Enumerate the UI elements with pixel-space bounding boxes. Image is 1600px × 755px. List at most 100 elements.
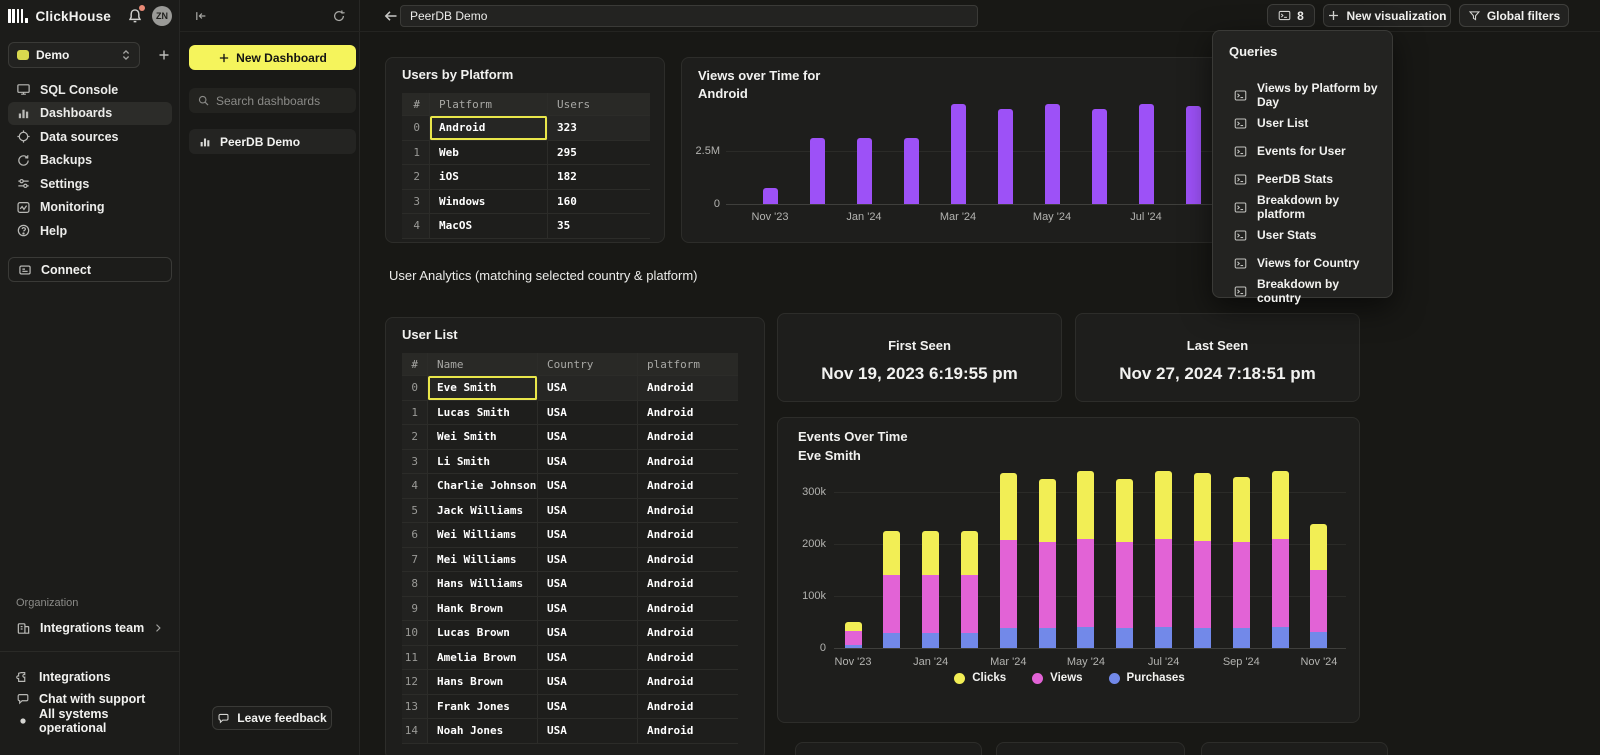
query-item-views-by-platform-by-day[interactable]: Views by Platform by Day	[1213, 81, 1394, 109]
column-header[interactable]: Platform	[430, 93, 548, 116]
table-cell[interactable]: USA	[538, 425, 638, 450]
table-cell[interactable]: Android	[638, 670, 738, 695]
table-cell[interactable]: Android	[638, 450, 738, 475]
table-cell[interactable]: Android	[638, 401, 738, 426]
table-cell[interactable]: Eve Smith	[428, 376, 538, 401]
query-item-user-stats[interactable]: User Stats	[1213, 221, 1394, 249]
x-axis-label: Nov '23	[740, 211, 800, 223]
table-cell[interactable]: Wei Smith	[428, 425, 538, 450]
back-arrow-icon[interactable]	[383, 8, 399, 24]
query-item-views-for-country[interactable]: Views for Country	[1213, 249, 1394, 277]
table-cell[interactable]: Wei Williams	[428, 523, 538, 548]
table-cell[interactable]: Lucas Brown	[428, 621, 538, 646]
table-cell[interactable]: Lucas Smith	[428, 401, 538, 426]
table-cell[interactable]: Android	[638, 425, 738, 450]
search-dashboards[interactable]	[189, 88, 356, 113]
table-cell[interactable]: Web	[430, 141, 548, 166]
table-cell[interactable]: USA	[538, 670, 638, 695]
table-cell[interactable]: Hans Brown	[428, 670, 538, 695]
table-cell[interactable]: iOS	[430, 165, 548, 190]
table-cell[interactable]: Hans Williams	[428, 572, 538, 597]
notifications-bell-icon[interactable]	[126, 7, 144, 25]
search-dashboards-input[interactable]	[216, 94, 348, 108]
new-visualization-button[interactable]: New visualization	[1323, 4, 1451, 27]
table-cell[interactable]: 182	[548, 165, 650, 190]
table-cell[interactable]: USA	[538, 597, 638, 622]
bar-segment-views	[1077, 539, 1094, 627]
sidebar-item-settings[interactable]: Settings	[8, 172, 172, 196]
table-cell[interactable]: Windows	[430, 190, 548, 215]
table-cell[interactable]: Android	[638, 597, 738, 622]
table-cell[interactable]: 295	[548, 141, 650, 166]
table-cell[interactable]: Android	[638, 695, 738, 720]
bar-segment-clicks	[1194, 473, 1211, 541]
sidebar-item-organization-team[interactable]: Integrations team	[8, 616, 172, 640]
table-cell[interactable]: Android	[638, 523, 738, 548]
column-header[interactable]: Users	[548, 93, 650, 116]
table-cell[interactable]: Amelia Brown	[428, 646, 538, 671]
table-cell[interactable]: USA	[538, 401, 638, 426]
query-item-user-list[interactable]: User List	[1213, 109, 1394, 137]
table-cell[interactable]: USA	[538, 376, 638, 401]
connect-button[interactable]: Connect	[8, 257, 172, 282]
add-service-button[interactable]	[156, 47, 172, 63]
table-cell[interactable]: Android	[430, 116, 548, 141]
table-cell[interactable]: Android	[638, 572, 738, 597]
sidebar-item-help[interactable]: Help	[8, 219, 172, 243]
query-item-breakdown-by-platform[interactable]: Breakdown by platform	[1213, 193, 1394, 221]
table-cell[interactable]: USA	[538, 719, 638, 744]
query-item-events-for-user[interactable]: Events for User	[1213, 137, 1394, 165]
dashboard-list-item[interactable]: PeerDB Demo	[189, 129, 356, 154]
avatar[interactable]: ZN	[152, 6, 172, 26]
table-cell[interactable]: USA	[538, 695, 638, 720]
table-cell[interactable]: Li Smith	[428, 450, 538, 475]
column-header[interactable]: Country	[538, 353, 638, 376]
dashboard-title-input[interactable]	[400, 5, 978, 27]
global-filters-button[interactable]: Global filters	[1459, 4, 1569, 27]
column-header[interactable]: #	[402, 353, 428, 376]
table-cell[interactable]: USA	[538, 572, 638, 597]
table-cell[interactable]: 160	[548, 190, 650, 215]
table-cell[interactable]: 35	[548, 214, 650, 239]
sidebar-item-backups[interactable]: Backups	[8, 149, 172, 173]
sidebar-item-dashboards[interactable]: Dashboards	[8, 102, 172, 126]
table-cell[interactable]: USA	[538, 548, 638, 573]
table-cell[interactable]: USA	[538, 474, 638, 499]
table-cell[interactable]: Android	[638, 621, 738, 646]
sidebar-item-all-systems-operational[interactable]: All systems operational	[8, 710, 172, 732]
query-item-breakdown-by-country[interactable]: Breakdown by country	[1213, 277, 1394, 305]
table-cell[interactable]: Noah Jones	[428, 719, 538, 744]
table-cell[interactable]: Jack Williams	[428, 499, 538, 524]
sidebar-item-integrations[interactable]: Integrations	[8, 666, 172, 688]
sidebar-item-sql-console[interactable]: SQL Console	[8, 78, 172, 102]
column-header[interactable]: Name	[428, 353, 538, 376]
new-dashboard-button[interactable]: New Dashboard	[189, 45, 356, 70]
table-cell[interactable]: Android	[638, 719, 738, 744]
table-cell[interactable]: USA	[538, 499, 638, 524]
refresh-icon[interactable]	[332, 9, 346, 23]
table-cell[interactable]: Android	[638, 646, 738, 671]
queries-button[interactable]: 8	[1267, 4, 1315, 27]
workspace-selector[interactable]: Demo	[8, 42, 140, 68]
table-cell[interactable]: USA	[538, 621, 638, 646]
table-cell[interactable]: MacOS	[430, 214, 548, 239]
column-header[interactable]: platform	[638, 353, 738, 376]
table-cell[interactable]: USA	[538, 450, 638, 475]
table-cell[interactable]: USA	[538, 646, 638, 671]
table-cell[interactable]: Hank Brown	[428, 597, 538, 622]
table-cell[interactable]: Charlie Johnson	[428, 474, 538, 499]
column-header[interactable]: #	[402, 93, 430, 116]
collapse-sidebar-icon[interactable]	[194, 9, 208, 23]
table-cell[interactable]: 323	[548, 116, 650, 141]
table-cell[interactable]: Android	[638, 474, 738, 499]
sidebar-item-data-sources[interactable]: Data sources	[8, 125, 172, 149]
leave-feedback-button[interactable]: Leave feedback	[212, 706, 332, 730]
table-cell[interactable]: Android	[638, 499, 738, 524]
sidebar-item-monitoring[interactable]: Monitoring	[8, 196, 172, 220]
table-cell[interactable]: USA	[538, 523, 638, 548]
table-cell[interactable]: Android	[638, 376, 738, 401]
query-item-peerdb-stats[interactable]: PeerDB Stats	[1213, 165, 1394, 193]
table-cell[interactable]: Android	[638, 548, 738, 573]
table-cell[interactable]: Frank Jones	[428, 695, 538, 720]
table-cell[interactable]: Mei Williams	[428, 548, 538, 573]
